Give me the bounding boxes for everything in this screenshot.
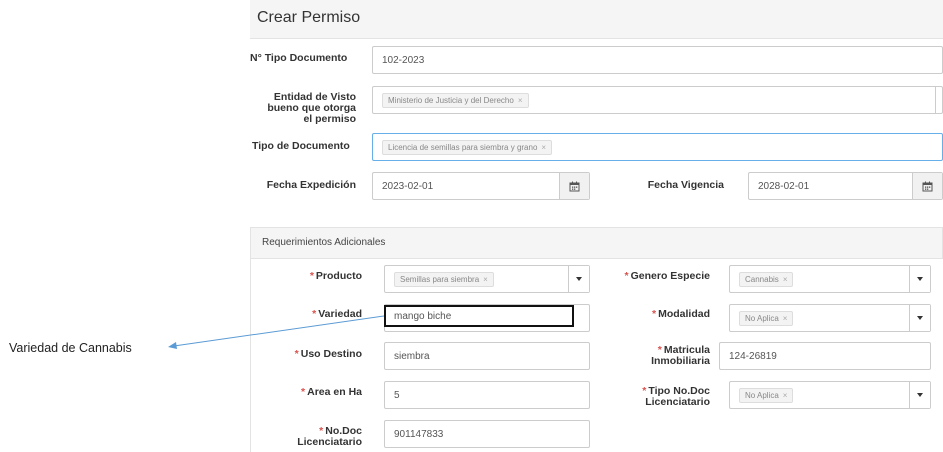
matricula-value: 124-26819 (729, 350, 777, 362)
uso-destino-input[interactable]: siembra (384, 342, 590, 370)
nodoc-label-line2: Licenciatario (297, 436, 362, 448)
dropdown-divider (935, 87, 936, 113)
entidad-tag-label: Ministerio de Justicia y del Derecho (388, 95, 514, 105)
modalidad-label: * Modalidad (651, 308, 710, 320)
tag-remove-icon[interactable]: × (518, 96, 523, 105)
tipo-documento-select[interactable]: Licencia de semillas para siembra y gran… (372, 133, 943, 161)
producto-select[interactable]: Semillas para siembra × (384, 265, 590, 293)
genero-tag: Cannabis × (739, 271, 794, 287)
tipo-documento-num-value: 102-2023 (382, 54, 425, 66)
tag-remove-icon[interactable]: × (783, 275, 788, 284)
fecha-vigencia-value: 2028-02-01 (758, 180, 810, 192)
area-value: 5 (394, 389, 400, 401)
modalidad-label-text: Modalidad (658, 308, 710, 320)
tipo-documento-num-label: N° Tipo Documento (250, 52, 348, 64)
tipo-documento-num-input[interactable]: 102-2023 (372, 46, 943, 74)
uso-destino-value: siembra (394, 350, 430, 362)
chevron-down-icon[interactable] (909, 266, 930, 292)
entidad-select[interactable]: Ministerio de Justicia y del Derecho × (372, 86, 943, 114)
fecha-expedicion-label: Fecha Expedición (266, 179, 356, 191)
fecha-expedicion-value: 2023-02-01 (382, 180, 434, 192)
chevron-down-icon[interactable] (909, 382, 930, 408)
genero-select[interactable]: Cannabis × (729, 265, 931, 293)
page-title: Crear Permiso (257, 9, 361, 26)
variedad-value: mango biche (394, 310, 452, 322)
chevron-down-icon[interactable] (568, 266, 589, 292)
producto-tag: Semillas para siembra × (394, 271, 494, 287)
entidad-label-line3: el permiso (303, 113, 356, 125)
matricula-label: * Matricula Inmobiliaria (608, 345, 710, 367)
nodoc-input[interactable]: 901147833 (384, 420, 590, 448)
area-input[interactable]: 5 (384, 381, 590, 409)
additional-section-title: Requerimientos Adicionales (262, 237, 386, 248)
producto-label-text: Producto (315, 270, 362, 282)
chevron-down-icon[interactable] (909, 305, 930, 331)
producto-label: * Producto (309, 270, 362, 282)
entidad-label: Entidad de Visto bueno que otorga el per… (252, 92, 356, 125)
tag-remove-icon[interactable]: × (541, 143, 546, 152)
tipo-documento-tag-label: Licencia de semillas para siembra y gran… (388, 142, 538, 152)
tipo-nodoc-label: * Tipo No.Doc Licenciatario (608, 386, 710, 408)
matricula-input[interactable]: 124-26819 (719, 342, 931, 370)
tipo-documento-tag: Licencia de semillas para siembra y gran… (382, 139, 553, 155)
genero-label-text: Genero Especie (630, 270, 710, 282)
annotation-label: Variedad de Cannabis (9, 341, 132, 355)
tag-remove-icon[interactable]: × (483, 275, 488, 284)
nodoc-label: * No.Doc Licenciatario (262, 426, 362, 448)
tag-remove-icon[interactable]: × (783, 314, 788, 323)
nodoc-value: 901147833 (394, 428, 444, 440)
fecha-vigencia-input[interactable]: 2028-02-01 (748, 172, 943, 200)
section-border (250, 259, 251, 452)
modalidad-tag: No Aplica × (739, 310, 794, 326)
genero-tag-label: Cannabis (745, 274, 779, 284)
producto-tag-label: Semillas para siembra (400, 274, 480, 284)
annotation-arrow (168, 315, 385, 349)
tipo-nodoc-select[interactable]: No Aplica × (729, 381, 931, 409)
calendar-icon[interactable] (559, 173, 589, 199)
tag-remove-icon[interactable]: × (783, 391, 788, 400)
matricula-label-line2: Inmobiliaria (651, 355, 710, 367)
modalidad-select[interactable]: No Aplica × (729, 304, 931, 332)
entidad-tag: Ministerio de Justicia y del Derecho × (382, 92, 529, 108)
tipo-nodoc-tag: No Aplica × (739, 387, 794, 403)
fecha-expedicion-input[interactable]: 2023-02-01 (372, 172, 590, 200)
area-label: * Area en Ha (301, 386, 362, 398)
tipo-documento-label: Tipo de Documento (252, 140, 350, 152)
calendar-icon[interactable] (912, 173, 942, 199)
genero-label: * Genero Especie (624, 270, 710, 282)
area-label-text: Area en Ha (307, 386, 362, 398)
variedad-highlight-box: mango biche (384, 305, 574, 327)
fecha-vigencia-label: Fecha Vigencia (647, 179, 724, 191)
modalidad-tag-label: No Aplica (745, 313, 779, 323)
tipo-nodoc-label-line2: Licenciatario (645, 396, 710, 408)
tipo-nodoc-tag-label: No Aplica (745, 390, 779, 400)
